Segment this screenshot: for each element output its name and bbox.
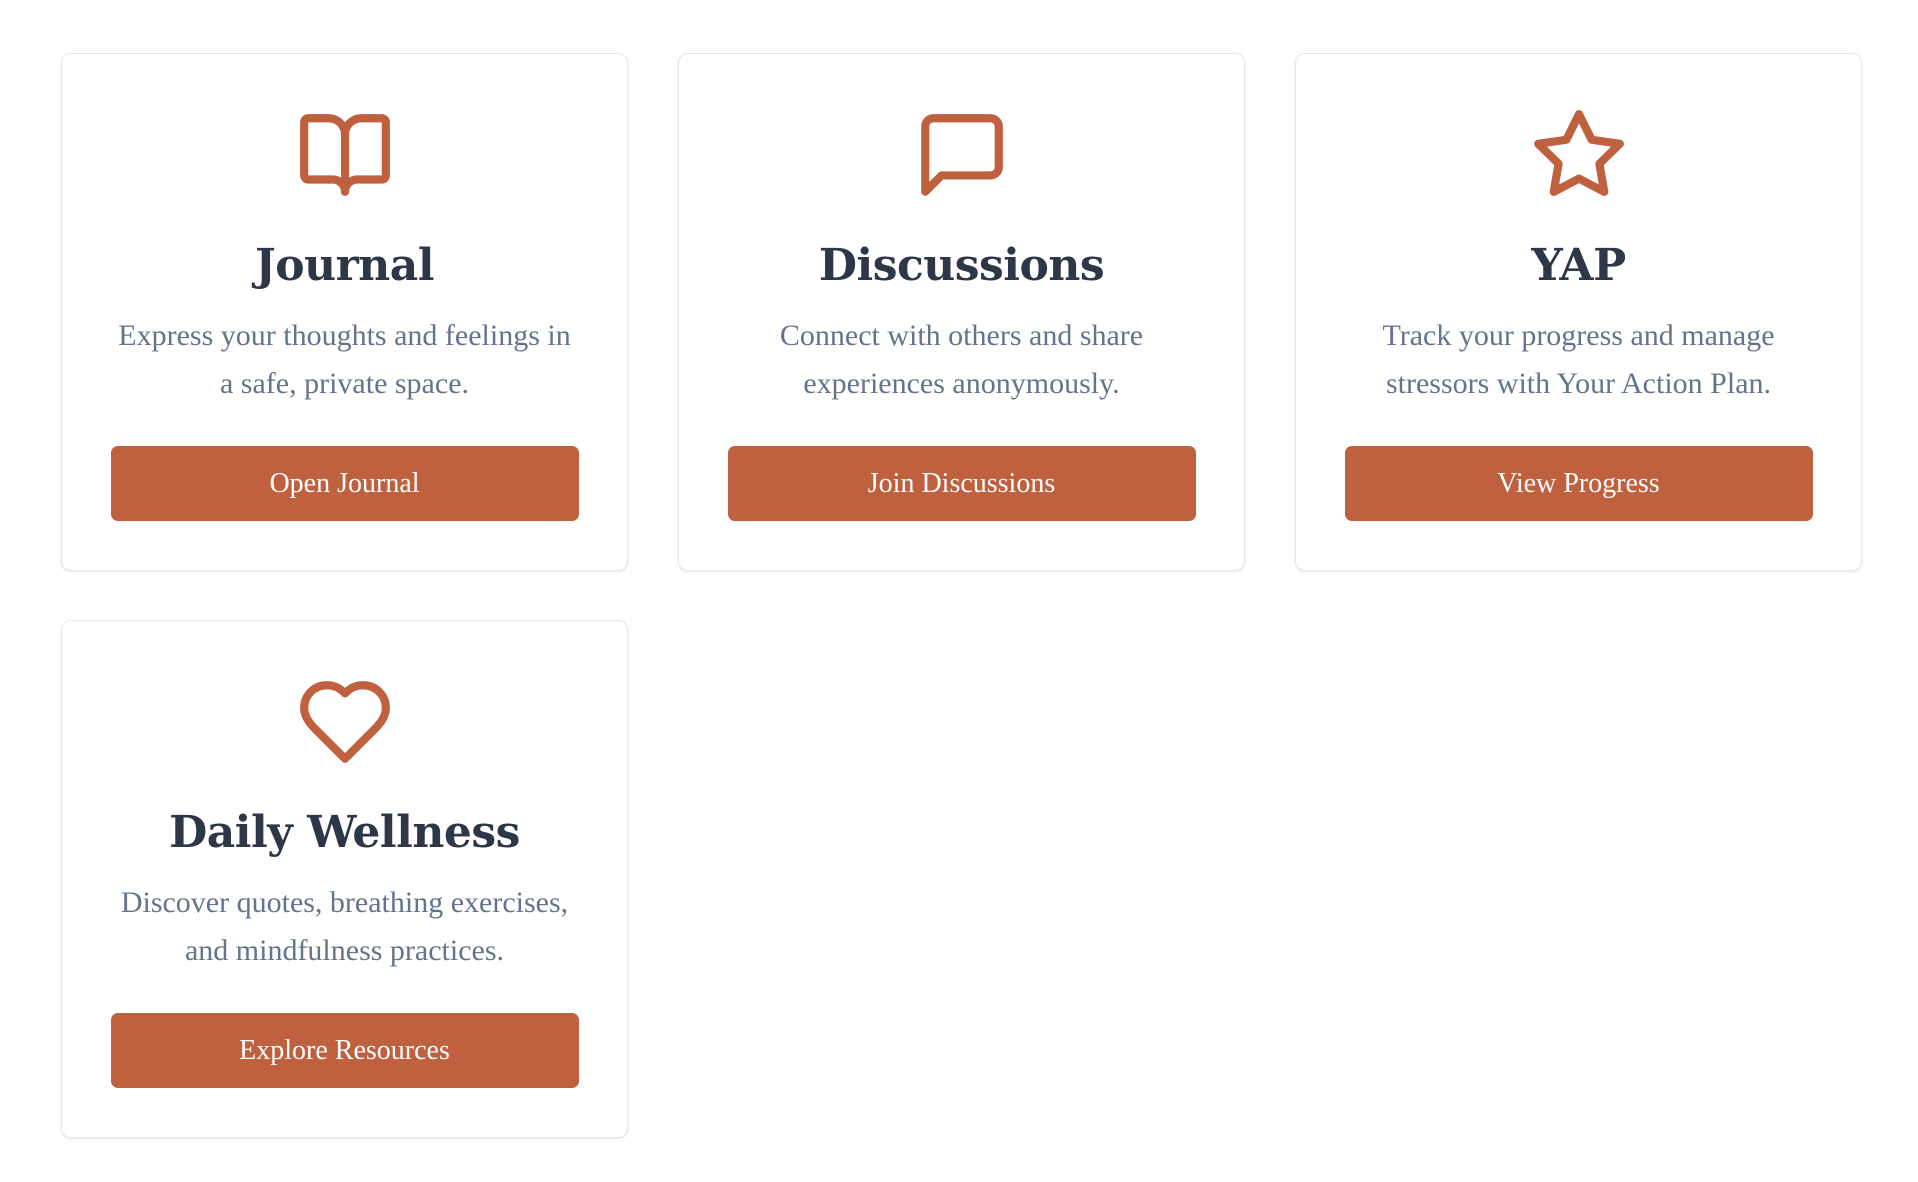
yap-card: YAP Track your progress and manage stres… [1295,53,1862,571]
card-description: Discover quotes, breathing exercises, an… [120,886,569,967]
card-title: Daily Wellness [169,807,520,858]
journal-card: Journal Express your thoughts and feelin… [61,53,628,571]
daily-wellness-card: Daily Wellness Discover quotes, breathin… [61,620,628,1138]
card-title: Journal [254,240,435,291]
star-icon [1530,106,1628,204]
card-title: Discussions [818,240,1105,291]
heart-icon [296,673,394,771]
book-open-icon [296,106,394,204]
message-square-icon [913,106,1011,204]
card-title: YAP [1531,240,1626,291]
feature-card-grid: Journal Express your thoughts and feelin… [61,53,1862,1138]
discussions-card: Discussions Connect with others and shar… [678,53,1245,571]
open-journal-button[interactable]: Open Journal [110,446,579,521]
card-description: Track your progress and manage stressors… [1382,319,1775,400]
join-discussions-button[interactable]: Join Discussions [727,446,1196,521]
view-progress-button[interactable]: View Progress [1344,446,1813,521]
card-description: Express your thoughts and feelings in a … [118,319,571,400]
explore-resources-button[interactable]: Explore Resources [110,1013,579,1088]
card-description: Connect with others and share experience… [779,319,1144,400]
